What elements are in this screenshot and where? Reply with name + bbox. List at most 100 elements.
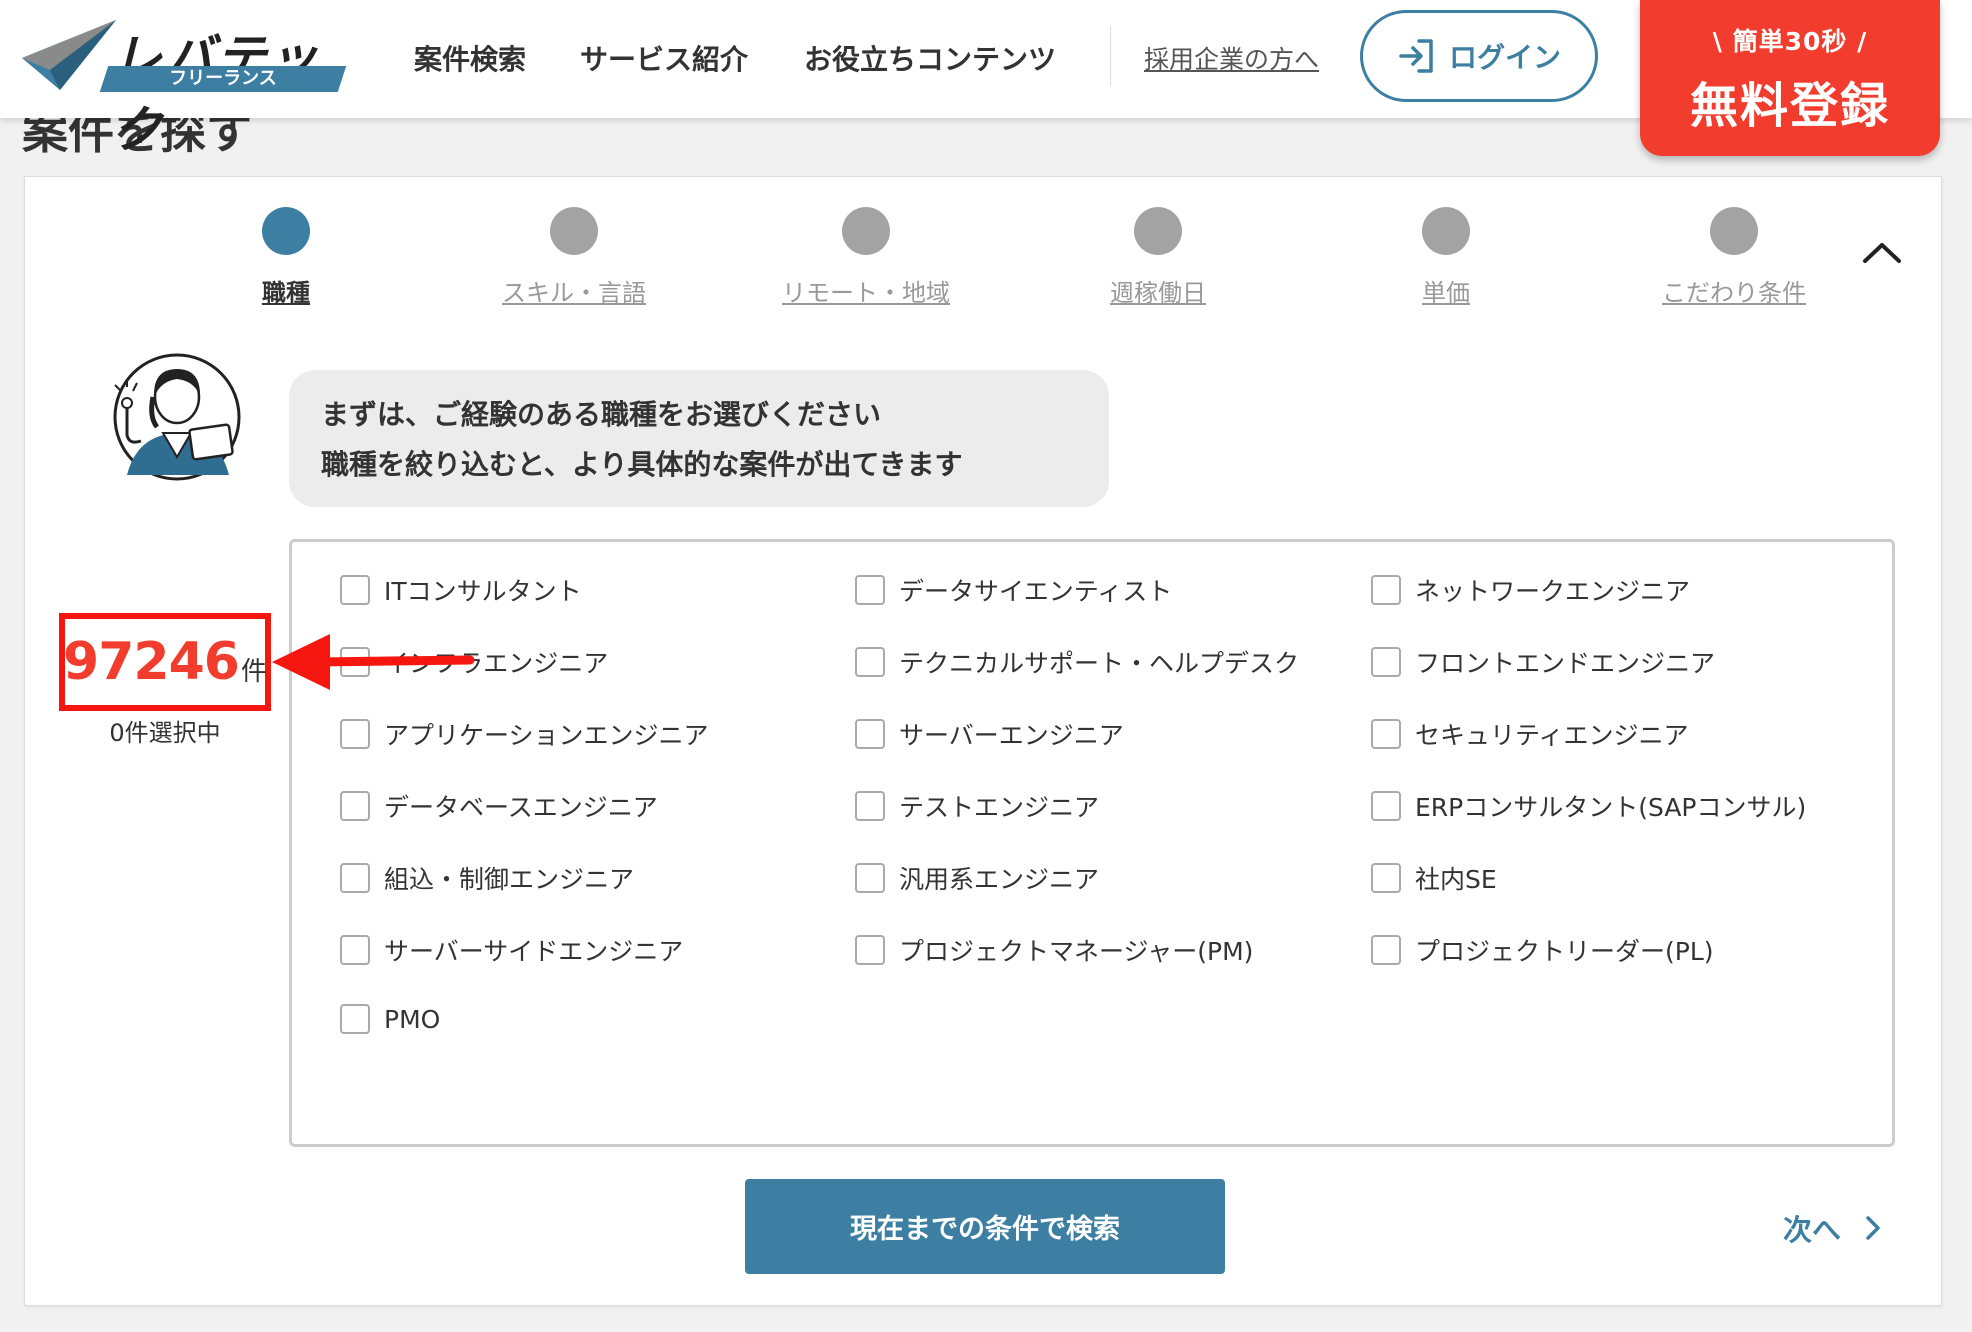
- option-label: 組込・制御エンジニア: [384, 865, 635, 894]
- step-label: 週稼働日: [1110, 279, 1206, 307]
- option-label: テクニカルサポート・ヘルプデスク: [899, 649, 1300, 678]
- message-line: 職種を絞り込むと、より具体的な案件が出てきます: [321, 448, 963, 481]
- checkbox[interactable]: [855, 647, 885, 677]
- option-label: ERPコンサルタント(SAPコンサル): [1415, 793, 1807, 822]
- result-count: 97246: [63, 632, 240, 692]
- option-label: 社内SE: [1415, 865, 1497, 894]
- option-label: 汎用系エンジニア: [899, 865, 1100, 894]
- job-type-option[interactable]: ITコンサルタント: [340, 572, 582, 608]
- job-type-option[interactable]: サーバーサイドエンジニア: [340, 932, 683, 968]
- step-workdays[interactable]: 週稼働日: [1058, 207, 1258, 308]
- checkbox[interactable]: [1371, 791, 1401, 821]
- corporate-link[interactable]: 採用企業の方へ: [1144, 40, 1319, 76]
- step-skill[interactable]: スキル・言語: [474, 207, 674, 308]
- job-type-option[interactable]: ネットワークエンジニア: [1371, 572, 1690, 608]
- login-label: ログイン: [1448, 41, 1561, 74]
- search-card: 職種 スキル・言語 リモート・地域 週稼働日 単価 こだわり条件 まずは、ご経験…: [24, 176, 1942, 1306]
- next-label: 次へ: [1783, 1213, 1842, 1247]
- next-button[interactable]: 次へ: [1783, 1207, 1883, 1249]
- nav-contents[interactable]: お役立ちコンテンツ: [804, 38, 1056, 78]
- login-button[interactable]: ログイン: [1360, 10, 1598, 102]
- checkbox[interactable]: [340, 1004, 370, 1034]
- step-job-type[interactable]: 職種: [186, 207, 386, 308]
- step-dot: [1134, 207, 1182, 255]
- message-bubble: まずは、ご経験のある職種をお選びください 職種を絞り込むと、より具体的な案件が出…: [289, 370, 1109, 507]
- checkbox[interactable]: [1371, 935, 1401, 965]
- option-label: データサイエンティスト: [899, 577, 1173, 606]
- job-type-option[interactable]: テストエンジニア: [855, 788, 1099, 824]
- option-label: インフラエンジニア: [384, 649, 609, 678]
- checkbox[interactable]: [855, 719, 885, 749]
- step-preferences[interactable]: こだわり条件: [1634, 207, 1834, 308]
- option-label: プロジェクトリーダー(PL): [1415, 937, 1714, 966]
- step-label: こだわり条件: [1662, 279, 1806, 307]
- step-label: 単価: [1422, 279, 1470, 307]
- option-label: フロントエンドエンジニア: [1415, 649, 1716, 678]
- option-label: アプリケーションエンジニア: [384, 721, 709, 750]
- checkbox[interactable]: [1371, 719, 1401, 749]
- job-type-option[interactable]: プロジェクトマネージャー(PM): [855, 932, 1253, 968]
- option-label: サーバーエンジニア: [899, 721, 1124, 750]
- option-label: プロジェクトマネージャー(PM): [899, 937, 1254, 966]
- checkbox[interactable]: [1371, 647, 1401, 677]
- site-logo[interactable]: レバテック フリーランス: [20, 16, 347, 159]
- job-type-option[interactable]: データベースエンジニア: [340, 788, 658, 824]
- job-type-option[interactable]: テクニカルサポート・ヘルプデスク: [855, 644, 1299, 680]
- step-label: 職種: [262, 279, 310, 307]
- checkbox[interactable]: [340, 935, 370, 965]
- job-type-option[interactable]: ERPコンサルタント(SAPコンサル): [1371, 788, 1806, 824]
- result-count-unit: 件: [240, 656, 267, 687]
- step-price[interactable]: 単価: [1346, 207, 1546, 308]
- job-type-option[interactable]: セキュリティエンジニア: [1371, 716, 1689, 752]
- step-label: リモート・地域: [782, 279, 950, 307]
- nav-service[interactable]: サービス紹介: [580, 38, 748, 78]
- checkbox[interactable]: [340, 719, 370, 749]
- option-label: PMO: [384, 1004, 441, 1034]
- job-type-options: ITコンサルタント データサイエンティスト ネットワークエンジニア インフラエン…: [289, 539, 1895, 1147]
- job-type-option[interactable]: 社内SE: [1371, 860, 1497, 896]
- checkbox[interactable]: [855, 935, 885, 965]
- nav-divider: [1110, 26, 1111, 86]
- selected-count: 0件選択中: [109, 719, 221, 747]
- checkbox[interactable]: [855, 575, 885, 605]
- chevron-right-icon: [1866, 1216, 1880, 1240]
- step-dot: [842, 207, 890, 255]
- checkbox[interactable]: [340, 863, 370, 893]
- job-type-option[interactable]: インフラエンジニア: [340, 644, 608, 680]
- option-label: データベースエンジニア: [384, 793, 658, 822]
- job-type-option[interactable]: 汎用系エンジニア: [855, 860, 1099, 896]
- register-small-text: \ 簡単30秒 /: [1712, 27, 1868, 56]
- step-dot: [1422, 207, 1470, 255]
- checkbox[interactable]: [855, 791, 885, 821]
- option-label: ITコンサルタント: [384, 577, 582, 606]
- checkbox[interactable]: [340, 575, 370, 605]
- option-label: セキュリティエンジニア: [1415, 721, 1689, 750]
- nav-job-search[interactable]: 案件検索: [414, 38, 526, 78]
- logo-sub: フリーランス: [99, 66, 347, 92]
- step-dot-active: [262, 207, 310, 255]
- job-type-option[interactable]: データサイエンティスト: [855, 572, 1172, 608]
- step-label: スキル・言語: [502, 279, 646, 307]
- checkbox[interactable]: [855, 863, 885, 893]
- register-button[interactable]: \ 簡単30秒 / 無料登録: [1640, 0, 1940, 156]
- step-remote[interactable]: リモート・地域: [766, 207, 966, 308]
- checkbox[interactable]: [1371, 863, 1401, 893]
- job-type-option[interactable]: アプリケーションエンジニア: [340, 716, 709, 752]
- checkbox[interactable]: [1371, 575, 1401, 605]
- job-type-option[interactable]: サーバーエンジニア: [855, 716, 1124, 752]
- option-label: サーバーサイドエンジニア: [384, 937, 684, 966]
- chevron-up-icon[interactable]: [1857, 231, 1907, 271]
- job-type-option[interactable]: プロジェクトリーダー(PL): [1371, 932, 1714, 968]
- job-type-option[interactable]: PMO: [340, 1004, 440, 1034]
- register-big-text: 無料登録: [1689, 78, 1890, 134]
- option-label: テストエンジニア: [899, 793, 1100, 822]
- job-type-option[interactable]: 組込・制御エンジニア: [340, 860, 634, 896]
- step-dot: [550, 207, 598, 255]
- checkbox[interactable]: [340, 647, 370, 677]
- message-line: まずは、ご経験のある職種をお選びください: [321, 398, 882, 431]
- checkbox[interactable]: [340, 791, 370, 821]
- option-label: ネットワークエンジニア: [1415, 577, 1691, 606]
- job-type-option[interactable]: フロントエンドエンジニア: [1371, 644, 1715, 680]
- result-count-box: 97246 件: [59, 613, 271, 711]
- search-button[interactable]: 現在までの条件で検索: [745, 1179, 1225, 1274]
